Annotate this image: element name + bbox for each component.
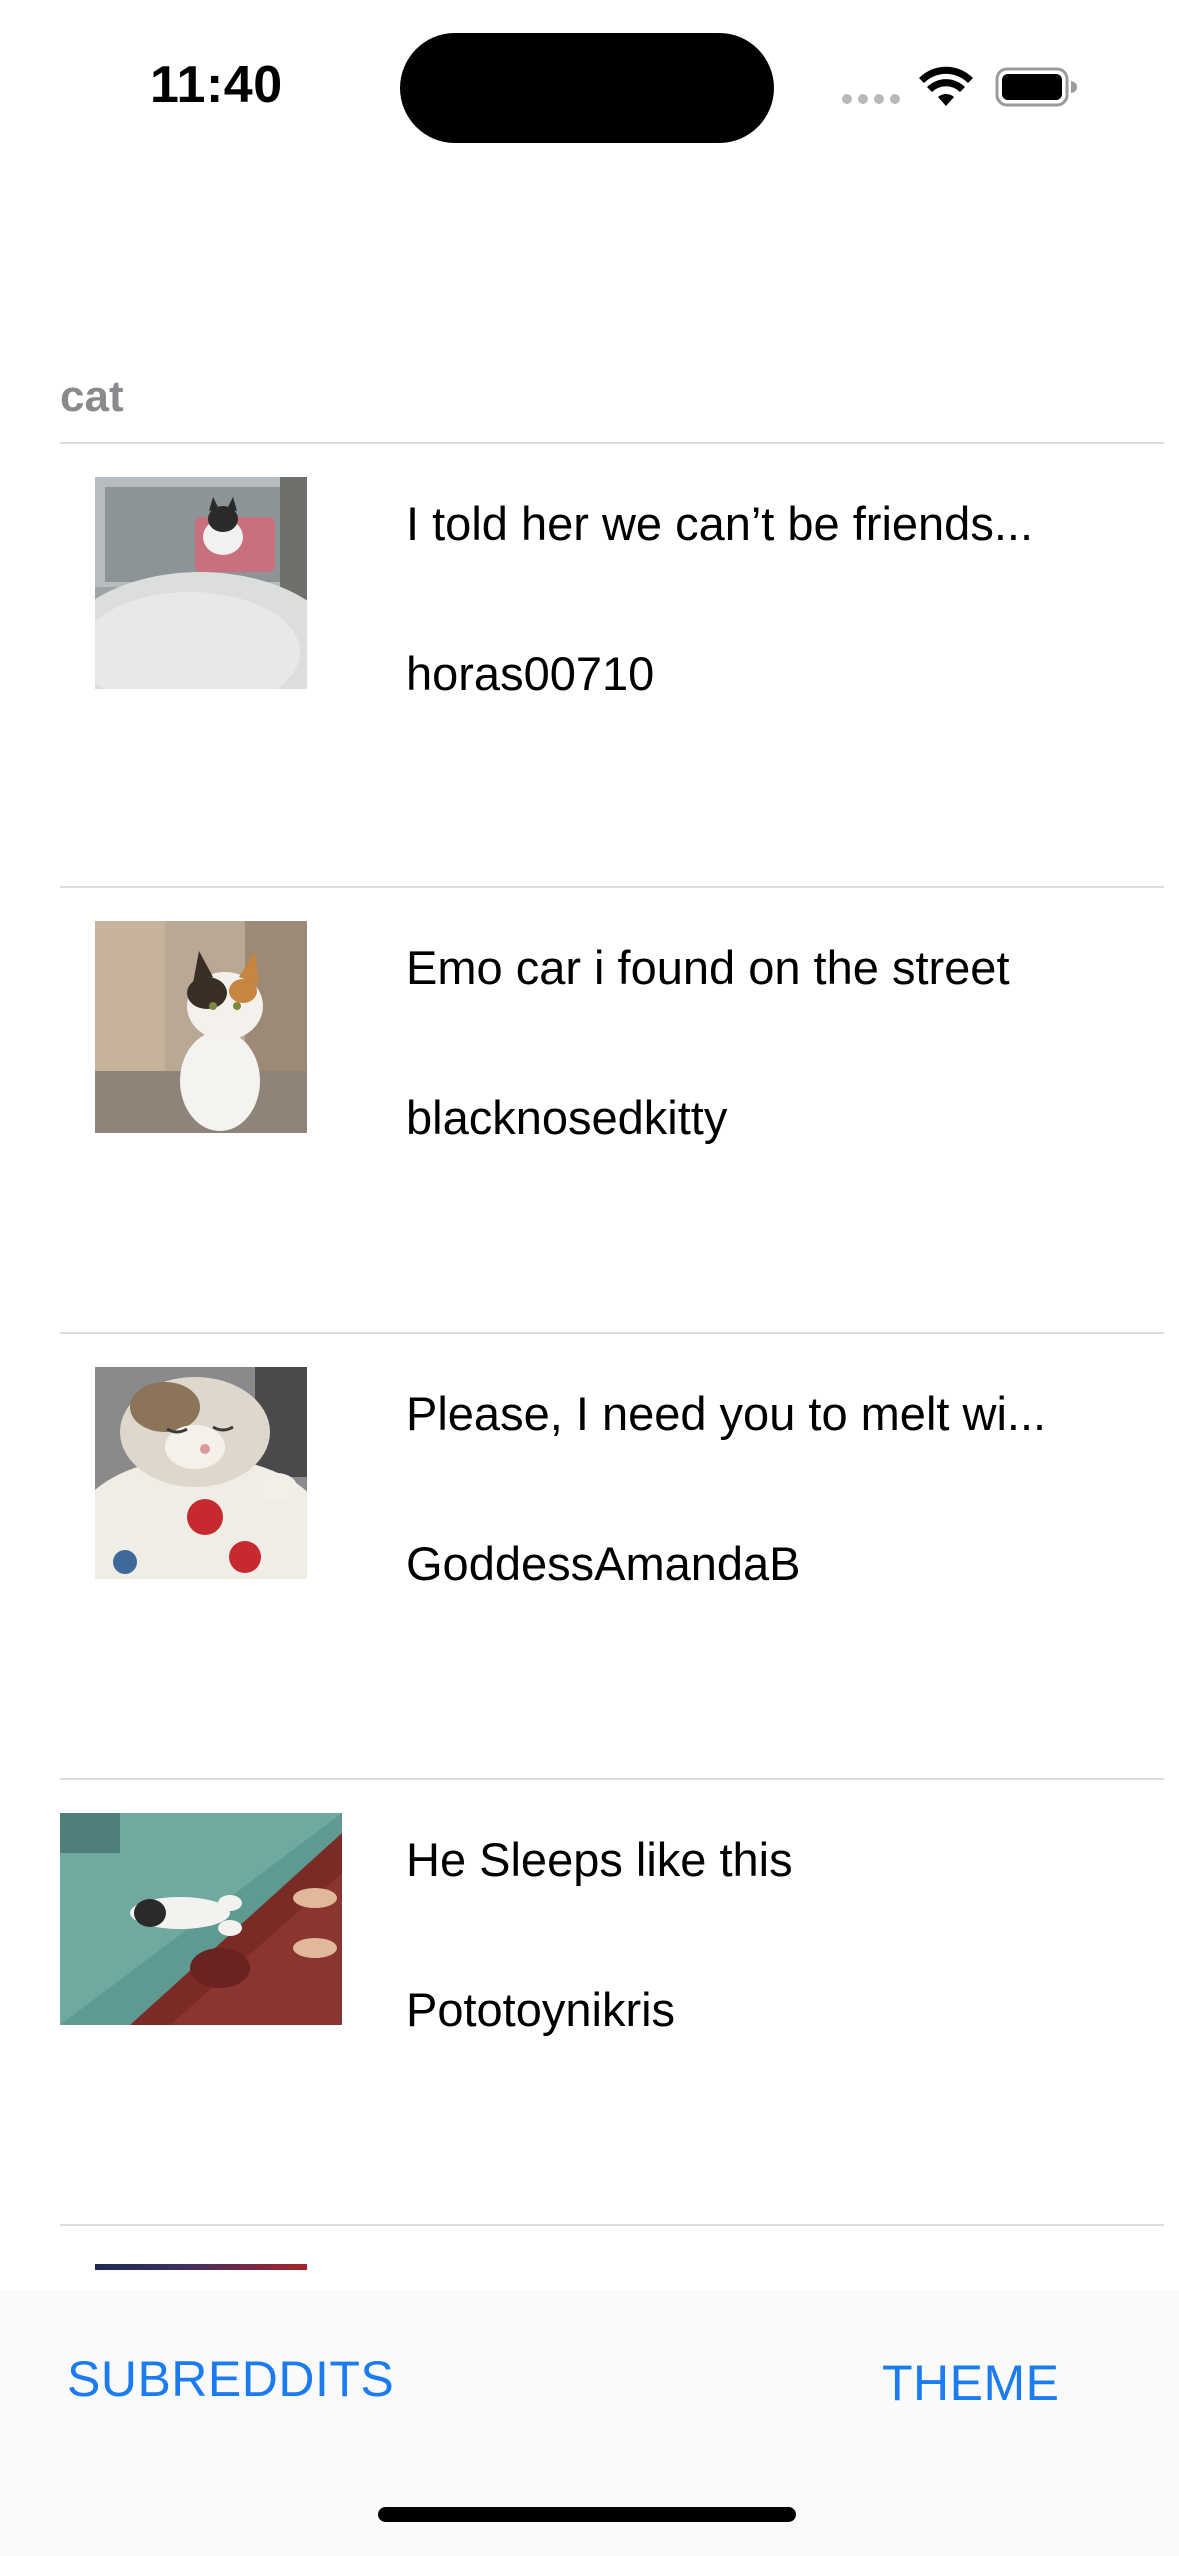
post-row[interactable]: I told her we can’t be friends... horas0… [0,444,1179,890]
post-author: blacknosedkitty [406,1091,728,1144]
post-row[interactable]: He Sleeps like this Pototoynikris [0,1780,1179,2226]
cat-on-floor-thumbnail [60,1813,342,2025]
post-author: GoddessAmandaB [406,1537,801,1590]
cat-at-window-thumbnail [95,477,307,689]
signal-dots-icon [842,94,900,104]
post-title: Please, I need you to melt wi... [406,1387,1047,1440]
subreddits-button[interactable]: SUBREDDITS [67,2350,394,2408]
post-row[interactable]: Please, I need you to melt wi... Goddess… [0,1334,1179,1780]
dynamic-island [400,33,774,143]
divider [60,2224,1164,2226]
home-indicator[interactable] [378,2507,796,2522]
battery-icon [995,67,1077,107]
sleepy-cat-thumbnail [95,1367,307,1579]
post-title: I told her we can’t be friends... [406,497,1033,550]
post-author: Pototoynikris [406,1983,676,2036]
post-title: He Sleeps like this [406,1833,793,1886]
theme-button[interactable]: THEME [882,2354,1060,2412]
status-bar: 11:40 [0,0,1179,170]
section-header: cat [60,372,124,421]
wifi-icon [919,66,973,106]
bottom-toolbar: SUBREDDITS THEME [0,2290,1179,2556]
status-time: 11:40 [150,56,283,114]
post-author: horas00710 [406,647,655,700]
calico-cat-thumbnail [95,921,307,1133]
post-row[interactable]: Emo car i found on the street blacknosed… [0,888,1179,1334]
partial-thumbnail [95,2264,307,2270]
post-title: Emo car i found on the street [406,941,1010,994]
